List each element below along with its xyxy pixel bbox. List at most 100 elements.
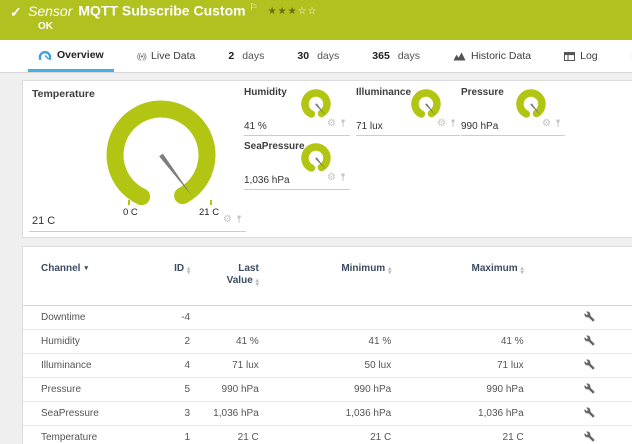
- tab-30-days[interactable]: 30 days: [287, 40, 349, 72]
- tab-unit: days: [242, 50, 264, 62]
- wrench-icon[interactable]: [584, 338, 595, 349]
- minimum-value: 990 hPa: [259, 384, 391, 395]
- column-header-maximum[interactable]: Maximum▴▾: [391, 263, 523, 275]
- gauge-card-pressure: Pressure 990 hPa ⚙: [461, 87, 565, 136]
- channel-name[interactable]: Temperature: [23, 432, 141, 443]
- pin-icon[interactable]: [554, 115, 562, 133]
- gauge-card-illuminance: Illuminance 71 lux ⚙: [356, 87, 460, 136]
- column-header-id[interactable]: ID▴▾: [141, 263, 190, 275]
- status-badge: OK: [38, 21, 53, 32]
- minimum-value: 21 C: [259, 432, 391, 443]
- pin-icon[interactable]: [339, 169, 347, 187]
- maximum-value: 71 lux: [391, 360, 523, 371]
- status-ok-check-icon: ✓: [10, 4, 22, 21]
- pin-icon[interactable]: [235, 211, 243, 229]
- maximum-value: 1,036 hPa: [391, 408, 523, 419]
- maximum-value: 21 C: [391, 432, 523, 443]
- tab-bar: Overview ((•)) Live Data 2 days 30 days …: [0, 40, 632, 73]
- sensor-header: ✓ Sensor MQTT Subscribe Custom ⚐ ★★★☆☆ OK: [0, 0, 632, 40]
- gauge-settings-gear-icon[interactable]: ⚙: [437, 119, 446, 129]
- tab-label: Overview: [57, 49, 104, 61]
- sensor-type-label: Sensor: [28, 3, 72, 19]
- table-row-illuminance[interactable]: Illuminance 4 71 lux 50 lux 71 lux: [23, 353, 632, 377]
- channel-id: -4: [141, 312, 190, 323]
- table-row-downtime[interactable]: Downtime -4: [23, 305, 632, 329]
- table-header-row: Channel▾ ID▴▾ LastValue▴▾ Minimum▴▾ Maxi…: [23, 247, 632, 305]
- sort-arrows-icon: ▴▾: [256, 279, 259, 287]
- channel-id: 4: [141, 360, 190, 371]
- table-row-temperature[interactable]: Temperature 1 21 C 21 C 21 C: [23, 425, 632, 444]
- pin-icon[interactable]: [339, 115, 347, 133]
- tab-overview[interactable]: Overview: [28, 40, 114, 72]
- gauge-settings-gear-icon[interactable]: ⚙: [542, 119, 551, 129]
- gauge-value: 990 hPa: [461, 121, 498, 132]
- channel-name[interactable]: Humidity: [23, 336, 141, 347]
- channel-name[interactable]: Pressure: [23, 384, 141, 395]
- column-header-channel[interactable]: Channel▾: [23, 263, 141, 274]
- gauge-title: Illuminance: [356, 87, 411, 98]
- gauge-settings-gear-icon[interactable]: ⚙: [327, 119, 336, 129]
- gauge-value: 71 lux: [356, 121, 383, 132]
- channel-id: 1: [141, 432, 190, 443]
- gauge-settings-gear-icon[interactable]: ⚙: [327, 173, 336, 183]
- gauge-value: 21 C: [32, 215, 55, 227]
- wrench-icon[interactable]: [584, 386, 595, 397]
- flag-icon[interactable]: ⚐: [250, 2, 258, 12]
- gauge-card-temperature: Temperature 0 C 21 C 21 C ⚙: [29, 85, 246, 232]
- tab-log[interactable]: Log: [554, 40, 608, 72]
- tab-number: 2: [228, 50, 234, 62]
- gauge-title: Pressure: [461, 87, 504, 98]
- maximum-value: 990 hPa: [391, 384, 523, 395]
- tab-live-data[interactable]: ((•)) Live Data: [127, 40, 206, 72]
- last-value: 21 C: [190, 432, 259, 443]
- priority-stars[interactable]: ★★★☆☆: [268, 6, 318, 17]
- wrench-icon[interactable]: [584, 410, 595, 421]
- prtg-sensor-page: ✓ Sensor MQTT Subscribe Custom ⚐ ★★★☆☆ OK O…: [0, 0, 632, 444]
- gauge-icon: [38, 49, 52, 61]
- channel-name[interactable]: Illuminance: [23, 360, 141, 371]
- gauge-tick-max: [210, 200, 212, 205]
- sort-caret-icon: ▾: [84, 265, 88, 272]
- gauge-scale-max: 21 C: [199, 207, 219, 218]
- wrench-icon[interactable]: [584, 314, 595, 325]
- tab-label: Log: [580, 50, 598, 62]
- gauge-value: 1,036 hPa: [244, 175, 290, 186]
- sort-arrows-icon: ▴▾: [521, 267, 524, 275]
- channel-name[interactable]: Downtime: [23, 312, 141, 323]
- priority-stars-filled[interactable]: ★★★: [268, 6, 298, 17]
- last-value: 990 hPa: [190, 384, 259, 395]
- wrench-icon[interactable]: [584, 434, 595, 444]
- tab-historic-data[interactable]: Historic Data: [443, 40, 541, 72]
- wrench-icon[interactable]: [584, 362, 595, 373]
- sensor-title-line: Sensor MQTT Subscribe Custom ⚐ ★★★☆☆: [28, 2, 318, 19]
- tab-number: 30: [297, 50, 309, 62]
- gauge-settings-gear-icon[interactable]: ⚙: [223, 215, 232, 225]
- table-row-humidity[interactable]: Humidity 2 41 % 41 % 41 %: [23, 329, 632, 353]
- tab-365-days[interactable]: 365 days: [362, 40, 430, 72]
- table-row-pressure[interactable]: Pressure 5 990 hPa 990 hPa 990 hPa: [23, 377, 632, 401]
- column-header-minimum[interactable]: Minimum▴▾: [259, 263, 391, 275]
- priority-stars-empty[interactable]: ☆☆: [298, 6, 318, 17]
- sensor-title: MQTT Subscribe Custom: [78, 3, 245, 19]
- historic-chart-icon: [453, 51, 466, 61]
- table-row-seapressure[interactable]: SeaPressure 3 1,036 hPa 1,036 hPa 1,036 …: [23, 401, 632, 425]
- channel-id: 2: [141, 336, 190, 347]
- tab-unit: days: [317, 50, 339, 62]
- gauge-card-seapressure: SeaPressure 1,036 hPa ⚙: [244, 141, 350, 190]
- pin-icon[interactable]: [449, 115, 457, 133]
- gauge-value: 41 %: [244, 121, 267, 132]
- tab-2-days[interactable]: 2 days: [218, 40, 274, 72]
- minimum-value: 50 lux: [259, 360, 391, 371]
- channel-name[interactable]: SeaPressure: [23, 408, 141, 419]
- minimum-value: 1,036 hPa: [259, 408, 391, 419]
- minimum-value: 41 %: [259, 336, 391, 347]
- tab-settings[interactable]: ⚙ Settings: [621, 40, 632, 72]
- broadcast-icon: ((•)): [137, 51, 146, 61]
- column-header-last-value[interactable]: LastValue▴▾: [190, 263, 259, 287]
- gauge-card-humidity: Humidity 41 % ⚙: [244, 87, 350, 136]
- log-table-icon: [564, 52, 575, 61]
- last-value: 71 lux: [190, 360, 259, 371]
- tab-number: 365: [372, 50, 390, 62]
- channel-id: 5: [141, 384, 190, 395]
- channel-table-panel: Channel▾ ID▴▾ LastValue▴▾ Minimum▴▾ Maxi…: [22, 246, 632, 444]
